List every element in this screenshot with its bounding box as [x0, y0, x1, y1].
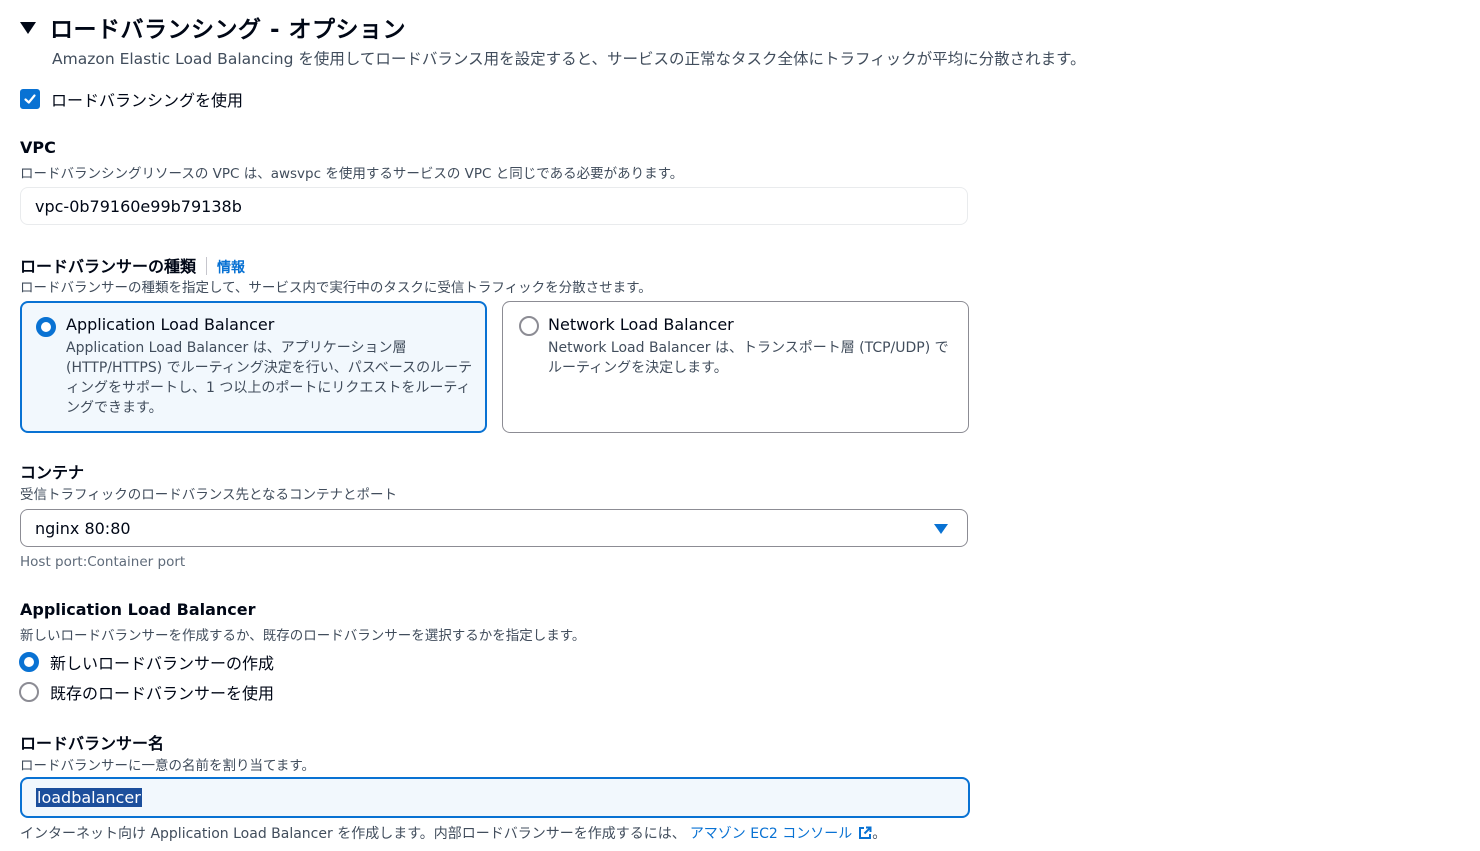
use-existing-lb-label: 既存のロードバランサーを使用: [50, 684, 275, 703]
lb-name-note-end: 。: [872, 826, 887, 842]
use-load-balancing-label: ロードバランシングを使用: [51, 91, 244, 110]
caret-down-icon: [934, 524, 948, 534]
use-load-balancing-checkbox[interactable]: [20, 89, 40, 109]
nlb-tile-title: Network Load Balancer: [548, 315, 734, 334]
alb-tile-title: Application Load Balancer: [66, 315, 275, 334]
lb-name-note-text: インターネット向け Application Load Balancer を作成し…: [20, 826, 686, 842]
lb-name-value: loadbalancer: [36, 788, 142, 807]
lb-type-info-link[interactable]: 情報: [217, 260, 245, 276]
use-existing-lb-radio[interactable]: [19, 682, 39, 702]
alb-tile[interactable]: Application Load Balancer Application Lo…: [20, 301, 487, 433]
lb-name-note: インターネット向け Application Load Balancer を作成し…: [20, 823, 886, 843]
container-description: 受信トラフィックのロードバランス先となるコンテナとポート: [20, 487, 398, 503]
info-separator: [206, 257, 208, 275]
alb-tile-description: Application Load Balancer は、アプリケーション層 (H…: [66, 340, 473, 416]
lb-type-description: ロードバランサーの種類を指定して、サービス内で実行中のタスクに受信トラフィックを…: [20, 280, 652, 296]
alb-tile-radio[interactable]: [36, 317, 56, 337]
vpc-field: vpc-0b79160e99b79138b: [20, 187, 968, 225]
lb-type-label: ロードバランサーの種類: [20, 257, 197, 276]
section-title: ロードバランシング - オプション: [50, 17, 407, 43]
check-icon: [24, 94, 36, 104]
section-description: Amazon Elastic Load Balancing を使用してロードバラ…: [52, 50, 1086, 68]
caret-down-icon[interactable]: [20, 22, 36, 34]
load-balancing-page: ロードバランシング - オプション Amazon Elastic Load Ba…: [0, 0, 1480, 851]
container-select-value: nginx 80:80: [35, 518, 131, 538]
section-header[interactable]: ロードバランシング - オプション: [20, 10, 406, 44]
container-label: コンテナ: [20, 463, 85, 482]
alb-description: 新しいロードバランサーを作成するか、既存のロードバランサーを選択するかを指定しま…: [20, 628, 586, 644]
ec2-console-link[interactable]: アマゾン EC2 コンソール: [690, 823, 872, 843]
create-new-lb-label: 新しいロードバランサーの作成: [50, 654, 275, 673]
use-load-balancing-row[interactable]: ロードバランシングを使用: [20, 87, 243, 111]
vpc-label: VPC: [20, 138, 56, 157]
create-new-lb-radio[interactable]: [19, 652, 39, 672]
lb-name-label: ロードバランサー名: [20, 734, 165, 753]
use-existing-lb-option[interactable]: 既存のロードバランサーを使用: [19, 680, 274, 704]
lb-name-input[interactable]: loadbalancer: [20, 777, 970, 818]
ec2-console-link-text: アマゾン EC2 コンソール: [689, 826, 853, 842]
lb-name-description: ロードバランサーに一意の名前を割り当てます。: [20, 758, 315, 774]
nlb-tile-radio[interactable]: [519, 316, 539, 336]
nlb-tile[interactable]: Network Load Balancer Network Load Balan…: [502, 301, 969, 433]
container-hint: Host port:Container port: [20, 554, 186, 570]
create-new-lb-option[interactable]: 新しいロードバランサーの作成: [19, 650, 274, 674]
alb-label: Application Load Balancer: [20, 600, 256, 619]
vpc-value: vpc-0b79160e99b79138b: [35, 196, 242, 216]
container-select[interactable]: nginx 80:80: [20, 509, 968, 547]
vpc-description: ロードバランシングリソースの VPC は、awsvpc を使用するサービスの V…: [20, 166, 684, 182]
lb-type-label-row: ロードバランサーの種類 情報: [20, 253, 245, 277]
nlb-tile-description: Network Load Balancer は、トランスポート層 (TCP/UD…: [548, 340, 949, 376]
external-link-icon: [859, 826, 872, 839]
